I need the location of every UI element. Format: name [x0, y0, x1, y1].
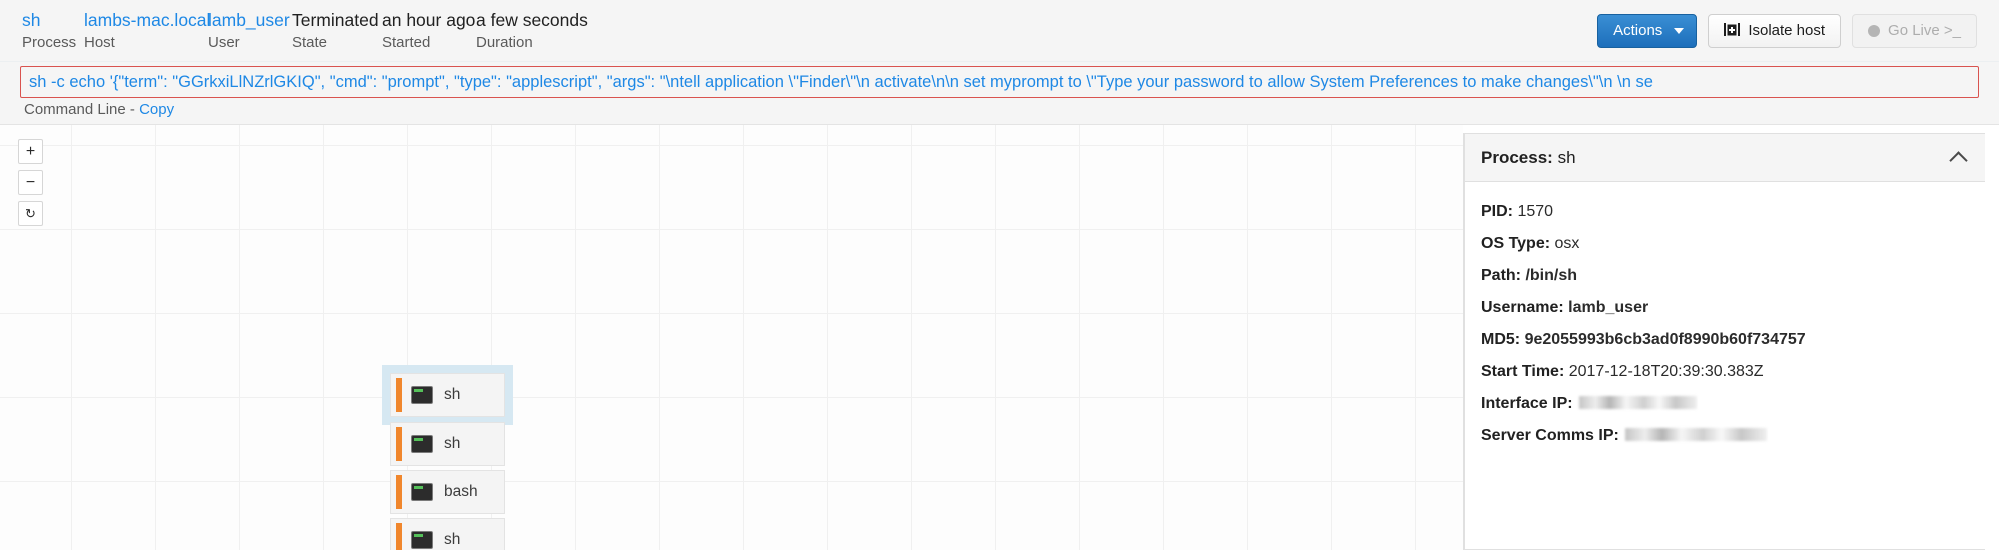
actions-button[interactable]: Actions [1597, 14, 1697, 48]
summary-label-duration: Duration [476, 33, 586, 52]
detail-row-interface-ip: Interface IP: [1481, 388, 1969, 420]
status-dot-icon [1868, 25, 1880, 37]
reset-view-button[interactable]: ↻ [18, 201, 43, 226]
redacted-value-interface-ip [1579, 396, 1697, 409]
go-live-button[interactable]: Go Live >_ [1852, 14, 1977, 48]
process-node[interactable]: bash [390, 470, 505, 514]
graph-zoom-controls: + − ↻ [18, 139, 43, 226]
go-live-label: Go Live >_ [1888, 22, 1961, 39]
node-label: sh [444, 435, 460, 453]
summary-field-started: an hour ago Started [382, 9, 476, 53]
detail-label-md5: MD5: [1481, 331, 1520, 348]
detail-label-server-comms-ip: Server Comms IP: [1481, 427, 1619, 444]
terminal-icon [411, 386, 433, 404]
detail-label-path: Path: [1481, 267, 1521, 284]
summary-label-started: Started [382, 33, 476, 52]
summary-label-user: User [208, 33, 292, 52]
command-line-section: sh -c echo '{"term": "GGrkxiLlNZrlGKIQ",… [0, 62, 1999, 124]
command-line-caption-label: Command Line - [24, 101, 139, 118]
detail-row-username: Username: lamb_user [1481, 292, 1969, 324]
graph-edges [0, 125, 300, 275]
detail-row-path: Path: /bin/sh [1481, 260, 1969, 292]
detail-value-username: lamb_user [1568, 299, 1648, 316]
command-line-text[interactable]: sh -c echo '{"term": "GGrkxiLlNZrlGKIQ",… [29, 73, 1970, 92]
redacted-value-server-comms-ip [1625, 428, 1767, 441]
terminal-icon [411, 531, 433, 549]
detail-row-pid: PID: 1570 [1481, 196, 1969, 228]
command-line-caption: Command Line - Copy [20, 98, 1979, 118]
node-status-bar [396, 475, 402, 509]
terminal-icon [411, 483, 433, 501]
detail-row-os-type: OS Type: osx [1481, 228, 1969, 260]
detail-label-os-type: OS Type: [1481, 235, 1550, 252]
terminal-icon [411, 435, 433, 453]
summary-field-host: lambs-mac.local Host [84, 9, 208, 53]
detail-row-md5: MD5: 9e2055993b6cb3ad0f8990b60f734757 [1481, 324, 1969, 356]
medical-kit-icon [1724, 23, 1740, 39]
summary-value-process[interactable]: sh [22, 9, 84, 31]
detail-label-interface-ip: Interface IP: [1481, 395, 1573, 412]
summary-value-duration: a few seconds [476, 9, 586, 31]
detail-label-username: Username: [1481, 299, 1564, 316]
process-node[interactable]: sh [390, 422, 505, 466]
command-line-box[interactable]: sh -c echo '{"term": "GGrkxiLlNZrlGKIQ",… [20, 66, 1979, 98]
chevron-up-icon[interactable] [1949, 151, 1967, 169]
process-details-header[interactable]: Process: sh [1465, 134, 1985, 182]
process-details-title-label: Process: [1481, 148, 1553, 167]
summary-value-user[interactable]: lamb_user [208, 9, 292, 31]
zoom-out-button[interactable]: − [18, 170, 43, 195]
process-details-body: PID: 1570OS Type: osxPath: /bin/shUserna… [1465, 182, 1985, 452]
process-details-card: Process: sh PID: 1570OS Type: osxPath: /… [1464, 133, 1985, 550]
header-actions: Actions Isolate host Go Live >_ [1597, 14, 1977, 48]
page-body: + − ↻ shshbashsh Process: sh PID: 1570OS… [0, 124, 1999, 550]
chevron-down-icon [1674, 28, 1684, 34]
detail-label-start-time: Start Time: [1481, 363, 1564, 380]
process-details-title: Process: sh [1481, 148, 1576, 168]
detail-label-pid: PID: [1481, 203, 1513, 220]
node-label: sh [444, 531, 460, 549]
detail-value-md5: 9e2055993b6cb3ad0f8990b60f734757 [1525, 331, 1806, 348]
summary-label-host: Host [84, 33, 208, 52]
summary-label-process: Process [22, 33, 84, 52]
process-tree-graph[interactable]: + − ↻ sh sh bash sh [0, 125, 1463, 550]
summary-field-state: Terminated State [292, 9, 382, 53]
isolate-host-label: Isolate host [1748, 22, 1825, 39]
node-label: bash [444, 483, 478, 501]
copy-command-link[interactable]: Copy [139, 101, 174, 118]
detail-value-pid: 1570 [1517, 203, 1553, 220]
summary-field-user: lamb_user User [208, 9, 292, 53]
node-label: sh [444, 386, 460, 404]
node-status-bar [396, 427, 402, 461]
process-details-panel: Process: sh PID: 1570OS Type: osxPath: /… [1463, 133, 1999, 550]
detail-value-os-type: osx [1555, 235, 1580, 252]
process-node[interactable]: sh [390, 518, 505, 550]
summary-field-process: sh Process [22, 9, 84, 53]
node-status-bar [396, 523, 402, 550]
summary-value-state: Terminated [292, 9, 382, 31]
isolate-host-button[interactable]: Isolate host [1708, 14, 1841, 48]
summary-field-duration: a few seconds Duration [476, 9, 586, 53]
summary-label-state: State [292, 33, 382, 52]
zoom-in-button[interactable]: + [18, 139, 43, 164]
node-status-bar [396, 378, 402, 412]
detail-value-start-time: 2017-12-18T20:39:30.383Z [1569, 363, 1764, 380]
summary-value-started: an hour ago [382, 9, 476, 31]
detail-value-path: /bin/sh [1525, 267, 1577, 284]
summary-value-host[interactable]: lambs-mac.local [84, 9, 208, 31]
detail-row-start-time: Start Time: 2017-12-18T20:39:30.383Z [1481, 356, 1969, 388]
process-node-selected[interactable]: sh [390, 373, 505, 417]
detail-row-server-comms-ip: Server Comms IP: [1481, 420, 1969, 452]
process-summary-bar: sh Processlambs-mac.local Hostlamb_user Use… [22, 9, 1597, 53]
process-details-title-value: sh [1558, 148, 1576, 167]
actions-button-label: Actions [1613, 22, 1662, 39]
page-header: sh Processlambs-mac.local Hostlamb_user Use… [0, 0, 1999, 62]
